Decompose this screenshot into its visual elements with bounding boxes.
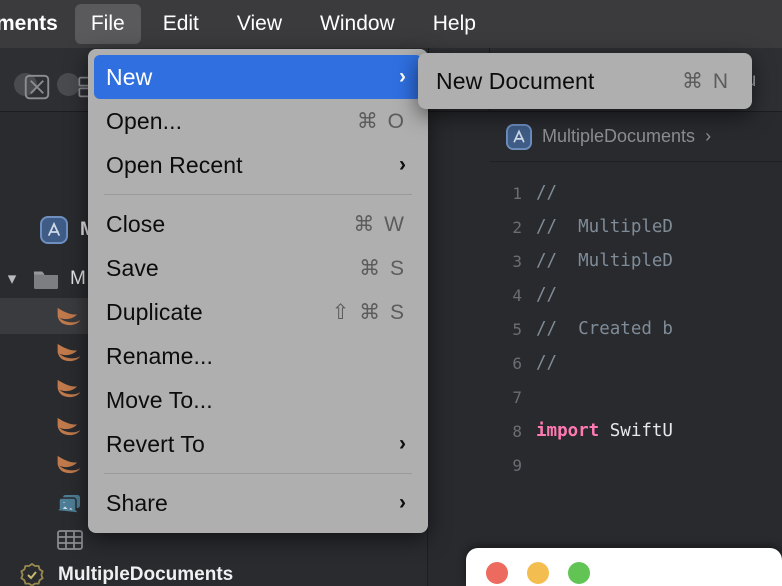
minimize-button[interactable] [527, 562, 549, 584]
maximize-button[interactable] [568, 562, 590, 584]
swift-file-icon [56, 341, 82, 363]
screen: Docu Mult ▾ [0, 0, 782, 586]
menu-item-duplicate[interactable]: Duplicate ⇧ ⌘ S [94, 290, 422, 334]
menubar-app-name[interactable]: ments [0, 12, 72, 36]
menu-item-share[interactable]: Share › [94, 481, 422, 525]
code-line: 4 // [490, 278, 782, 312]
code-line: 7 [490, 380, 782, 414]
menubar-item-help[interactable]: Help [417, 4, 492, 44]
menu-item-open-recent[interactable]: Open Recent › [94, 143, 422, 187]
menu-item-label: New [106, 64, 152, 91]
line-number: 8 [490, 422, 536, 441]
swift-file-icon [56, 377, 82, 399]
line-number: 7 [490, 388, 536, 407]
menu-item-label: Close [106, 211, 165, 238]
line-number: 9 [490, 456, 536, 475]
menu-item-close[interactable]: Close ⌘ W [94, 202, 422, 246]
line-number: 4 [490, 286, 536, 305]
menu-item-rename[interactable]: Rename... [94, 334, 422, 378]
menu-item-shortcut: ⌘ S [359, 256, 406, 281]
menu-item-label: Revert To [106, 431, 205, 458]
menu-item-label: Open... [106, 108, 182, 135]
code-line: 6 // [490, 346, 782, 380]
breadcrumb-separator-icon: › [705, 126, 711, 147]
menu-item-shortcut: ⌘ W [353, 212, 406, 237]
menu-item-shortcut: ⌘ N [682, 69, 730, 94]
menu-separator [104, 194, 412, 195]
chevron-right-icon: › [399, 65, 406, 89]
menu-item-shortcut: ⇧ ⌘ S [332, 300, 406, 325]
line-number: 1 [490, 184, 536, 203]
code-comment: // MultipleD [536, 251, 673, 271]
menu-item-open[interactable]: Open... ⌘ O [94, 99, 422, 143]
code-comment: // [536, 285, 557, 305]
code-line: 8 import SwiftU [490, 414, 782, 448]
menu-separator [104, 473, 412, 474]
menu-item-new[interactable]: New › [94, 55, 422, 99]
menubar-item-file[interactable]: File [75, 4, 141, 44]
menu-item-label: Open Recent [106, 152, 243, 179]
minimize-button-inactive[interactable] [57, 73, 80, 96]
menubar-item-window[interactable]: Window [304, 4, 411, 44]
group-name: M [70, 268, 86, 290]
swift-file-icon [56, 305, 82, 327]
menu-item-revert-to[interactable]: Revert To › [94, 422, 422, 466]
new-submenu: New Document ⌘ N [418, 53, 752, 109]
menu-item-new-document[interactable]: New Document ⌘ N [424, 59, 746, 103]
menu-item-label: Rename... [106, 343, 213, 370]
code-line: 5 // Created b [490, 312, 782, 346]
folder-icon [32, 267, 60, 291]
app-icon [40, 216, 68, 244]
code-lines[interactable]: 1 // 2 // MultipleD 3 // MultipleD 4 // … [490, 162, 782, 586]
code-line: 3 // MultipleD [490, 244, 782, 278]
app-icon [506, 124, 532, 150]
source-editor: MultipleDocuments › 1 // 2 // MultipleD … [490, 112, 782, 586]
code-comment: // MultipleD [536, 217, 673, 237]
code-line: 9 [490, 448, 782, 482]
line-number: 3 [490, 252, 536, 271]
menu-item-label: Duplicate [106, 299, 203, 326]
chevron-right-icon: › [399, 491, 406, 515]
target-icon [18, 561, 46, 586]
swift-file-icon [56, 415, 82, 437]
jump-bar[interactable]: MultipleDocuments › [490, 112, 782, 162]
menu-item-label: Move To... [106, 387, 213, 414]
line-number: 5 [490, 320, 536, 339]
document-window[interactable] [466, 548, 782, 586]
line-number: 2 [490, 218, 536, 237]
swift-file-icon [56, 453, 82, 475]
line-number: 6 [490, 354, 536, 373]
bottom-project-name: MultipleDocuments [58, 564, 233, 586]
assets-icon [56, 490, 84, 514]
menu-item-label: Share [106, 490, 168, 517]
code-comment: // [536, 183, 557, 203]
navigator-toggle-icon[interactable] [22, 72, 52, 102]
chevron-right-icon: › [399, 153, 406, 177]
breadcrumb[interactable]: MultipleDocuments [542, 126, 695, 147]
menu-item-shortcut: ⌘ O [357, 109, 406, 134]
menu-item-save[interactable]: Save ⌘ S [94, 246, 422, 290]
menu-item-label: Save [106, 255, 159, 282]
code-comment: // Created b [536, 319, 673, 339]
code-keyword: import [536, 421, 599, 441]
bottom-project-row[interactable]: MultipleDocuments [0, 558, 428, 586]
menubar-item-edit[interactable]: Edit [147, 4, 215, 44]
menu-item-move-to[interactable]: Move To... [94, 378, 422, 422]
menu-item-label: New Document [436, 68, 594, 95]
close-button[interactable] [486, 562, 508, 584]
file-menu-dropdown: New › Open... ⌘ O Open Recent › Close ⌘ … [88, 49, 428, 533]
code-text: SwiftU [599, 421, 673, 441]
code-line: 2 // MultipleD [490, 210, 782, 244]
chevron-right-icon: › [399, 432, 406, 456]
menu-bar: ments File Edit View Window Help [0, 0, 782, 48]
chevron-down-icon[interactable]: ▾ [2, 269, 22, 289]
menubar-item-view[interactable]: View [221, 4, 298, 44]
table-icon [56, 529, 84, 551]
code-comment: // [536, 353, 557, 373]
code-line: 1 // [490, 176, 782, 210]
window-traffic-lights[interactable] [486, 562, 590, 584]
